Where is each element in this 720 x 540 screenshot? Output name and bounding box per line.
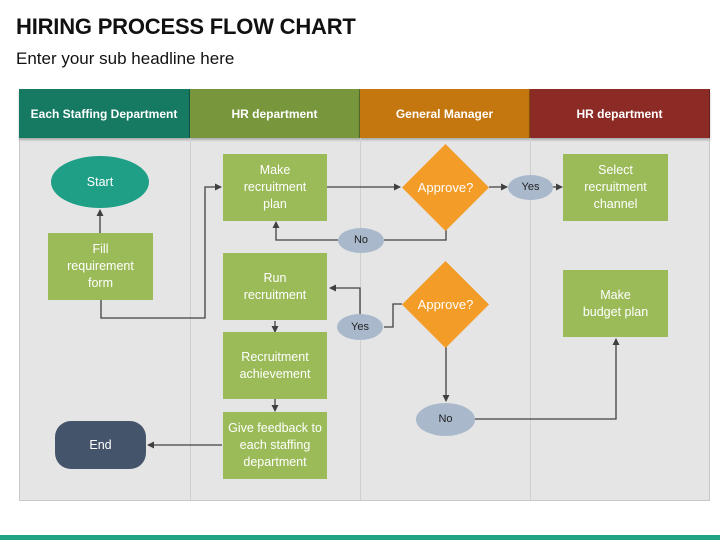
no-outcome-2: No	[416, 403, 475, 436]
approve-decision-1-label: Approve?	[417, 180, 474, 195]
start-node: Start	[51, 156, 149, 208]
make-recruitment-plan-node: Make recruitment plan	[223, 154, 327, 221]
lane-header-general-manager: General Manager	[360, 89, 530, 138]
end-node: End	[55, 421, 146, 469]
yes-outcome-1: Yes	[508, 175, 553, 200]
lane-header-hr-2: HR department	[530, 89, 710, 138]
footer-accent-bar	[0, 535, 720, 540]
no-outcome-1: No	[338, 228, 384, 253]
fill-requirement-form-node: Fill requirement form	[48, 233, 153, 300]
give-feedback-node: Give feedback to each staffing departmen…	[223, 412, 327, 479]
approve-decision-2-label: Approve?	[417, 297, 474, 312]
page-title: HIRING PROCESS FLOW CHART	[16, 14, 356, 39]
make-budget-plan-node: Make budget plan	[563, 270, 668, 337]
lane-header-staffing: Each Staffing Department	[19, 89, 190, 138]
lane-header-hr-1: HR department	[190, 89, 360, 138]
yes-outcome-2: Yes	[337, 314, 383, 340]
select-recruitment-channel-node: Select recruitment channel	[563, 154, 668, 221]
page-subtitle: Enter your sub headline here	[16, 49, 235, 68]
lane-divider	[190, 138, 191, 500]
run-recruitment-node: Run recruitment	[223, 253, 327, 320]
approve-decision-2: Approve?	[402, 261, 489, 348]
recruitment-achievement-node: Recruitment achievement	[223, 332, 327, 399]
approve-decision-1: Approve?	[402, 144, 489, 231]
